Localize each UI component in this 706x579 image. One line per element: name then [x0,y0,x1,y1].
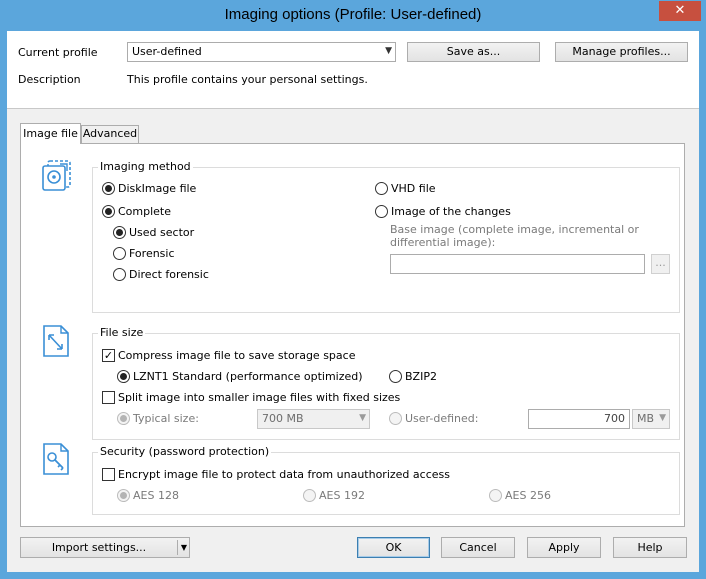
used-sector-label: Used sector [129,226,195,239]
encrypt-label: Encrypt image file to protect data from … [118,468,450,481]
changes-radio[interactable] [375,205,388,218]
user-defined-size-radio[interactable] [389,412,402,425]
typical-size-label: Typical size: [133,412,199,425]
resize-arrow-icon [43,325,69,357]
split-checkbox[interactable] [102,391,115,404]
size-unit-value: MB [637,412,655,425]
user-defined-size-input[interactable]: 700 [528,409,630,429]
tab-advanced[interactable]: Advanced [81,125,139,143]
compress-label: Compress image file to save storage spac… [118,349,356,362]
diskimage-label: DiskImage file [118,182,197,195]
chevron-down-icon: ▼ [359,413,366,423]
vhd-label: VHD file [391,182,436,195]
window-frame: Imaging options (Profile: User-defined) … [0,0,706,579]
forensic-label: Forensic [129,247,175,260]
file-size-title: File size [98,326,146,339]
title-bar[interactable]: Imaging options (Profile: User-defined) … [0,0,706,31]
chevron-down-icon: ▼ [659,413,666,423]
dialog-client: Current profile User-defined ▼ Save as..… [7,31,699,572]
close-icon[interactable]: ✕ [659,1,701,21]
profile-area: Current profile User-defined ▼ Save as..… [7,31,699,109]
chevron-down-icon: ▼ [385,46,392,56]
help-button[interactable]: Help [613,537,687,558]
lznt1-label: LZNT1 Standard (performance optimized) [133,370,363,383]
security-title: Security (password protection) [98,445,272,458]
chevron-down-icon[interactable]: ▼ [181,538,187,557]
aes128-label: AES 128 [133,489,179,502]
cancel-button[interactable]: Cancel [441,537,515,558]
bzip2-radio[interactable] [389,370,402,383]
typical-size-select[interactable]: 700 MB ▼ [257,409,370,429]
user-defined-size-label: User-defined: [405,412,479,425]
size-unit-select[interactable]: MB ▼ [632,409,670,429]
tab-image-file[interactable]: Image file [20,123,81,144]
base-image-input[interactable] [390,254,645,274]
current-profile-value: User-defined [132,45,202,58]
aes192-label: AES 192 [319,489,365,502]
direct-forensic-radio[interactable] [113,268,126,281]
used-sector-radio[interactable] [113,226,126,239]
imaging-method-title: Imaging method [98,160,193,173]
description-text: This profile contains your personal sett… [127,73,368,86]
current-profile-label: Current profile [18,46,98,59]
forensic-radio[interactable] [113,247,126,260]
browse-button[interactable]: ... [651,254,670,274]
typical-size-value: 700 MB [262,412,304,425]
current-profile-select[interactable]: User-defined ▼ [127,42,396,62]
bzip2-label: BZIP2 [405,370,437,383]
manage-profiles-button[interactable]: Manage profiles... [555,42,688,62]
aes192-radio[interactable] [303,489,316,502]
vhd-radio[interactable] [375,182,388,195]
import-settings-button[interactable]: Import settings... ▼ [20,537,190,558]
changes-label: Image of the changes [391,205,511,218]
complete-label: Complete [118,205,172,218]
aes256-radio[interactable] [489,489,502,502]
window-title: Imaging options (Profile: User-defined) [224,6,482,23]
disk-image-icon [42,160,71,191]
complete-radio[interactable] [102,205,115,218]
lznt1-radio[interactable] [117,370,130,383]
diskimage-radio[interactable] [102,182,115,195]
ok-button[interactable]: OK [357,537,430,558]
split-label: Split image into smaller image files wit… [118,391,401,404]
encrypt-checkbox[interactable] [102,468,115,481]
image-file-panel: Imaging method DiskImage file VHD file C… [20,143,685,527]
typical-size-radio[interactable] [117,412,130,425]
security-key-icon [43,443,69,475]
aes256-label: AES 256 [505,489,551,502]
import-settings-label: Import settings... [51,541,147,554]
split-divider [177,540,178,555]
save-as-button[interactable]: Save as... [407,42,540,62]
compress-checkbox[interactable]: ✓ [102,349,115,362]
security-group [92,452,680,515]
apply-button[interactable]: Apply [527,537,601,558]
aes128-radio[interactable] [117,489,130,502]
direct-forensic-label: Direct forensic [129,268,209,281]
base-image-hint: Base image (complete image, incremental … [390,223,639,249]
description-label: Description [18,73,81,86]
